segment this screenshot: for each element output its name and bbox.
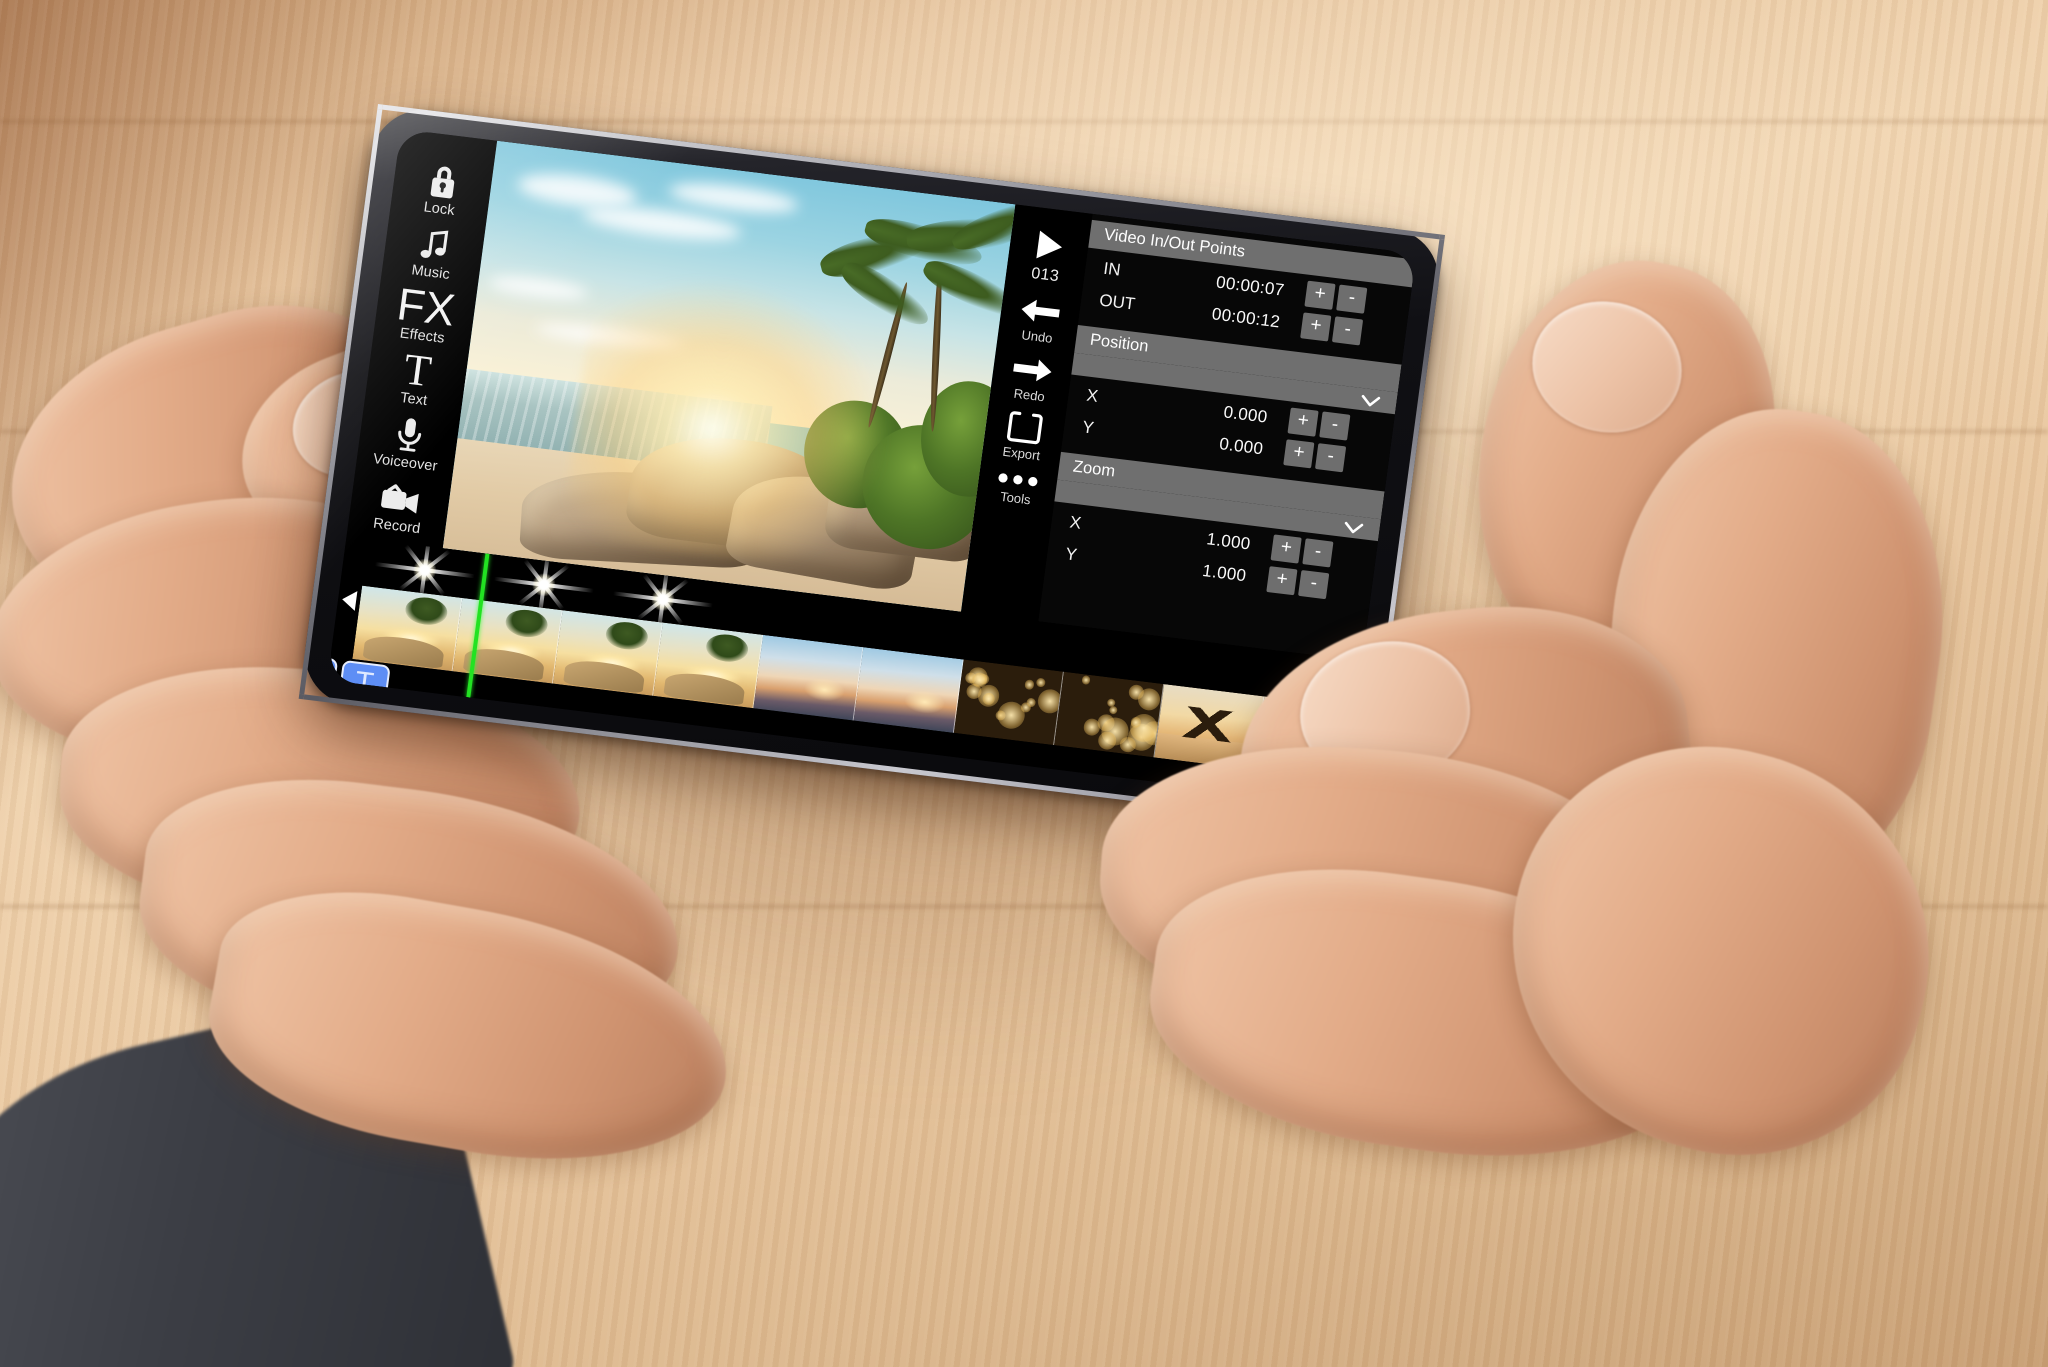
row-label: OUT bbox=[1098, 290, 1170, 318]
tool-lock[interactable]: Lock bbox=[391, 153, 492, 225]
right-hand bbox=[1180, 190, 2048, 1310]
music-note-icon bbox=[415, 223, 454, 266]
row-label: X bbox=[1068, 512, 1140, 540]
video-clip-thumbnail[interactable] bbox=[753, 635, 863, 721]
tool-effects[interactable]: FX Effects bbox=[374, 280, 475, 352]
video-preview[interactable] bbox=[443, 141, 1015, 612]
video-clip-thumbnail[interactable] bbox=[1054, 672, 1164, 758]
video-camera-icon bbox=[377, 476, 424, 520]
microphone-icon bbox=[390, 413, 429, 456]
row-label: X bbox=[1085, 386, 1157, 414]
arrow-right-icon bbox=[1009, 349, 1055, 390]
undo-button[interactable]: Undo bbox=[1015, 288, 1064, 350]
redo-button[interactable]: Redo bbox=[1007, 346, 1056, 408]
video-clip-thumbnail[interactable] bbox=[854, 647, 964, 733]
tool-record[interactable]: Record bbox=[349, 470, 450, 542]
video-clip-thumbnail[interactable] bbox=[352, 586, 462, 672]
row-label: IN bbox=[1102, 259, 1174, 287]
video-clip-thumbnail[interactable] bbox=[653, 623, 763, 709]
nav-label: Tools bbox=[999, 489, 1031, 508]
export-bracket-icon bbox=[1005, 408, 1045, 448]
tool-label: Voiceover bbox=[372, 451, 438, 475]
sun-glow bbox=[560, 253, 919, 578]
row-label: Y bbox=[1081, 417, 1153, 445]
play-icon bbox=[1029, 226, 1069, 266]
frame-counter: 013 bbox=[1030, 265, 1060, 286]
timeline-scroll-left-icon[interactable] bbox=[338, 588, 359, 617]
export-button[interactable]: Export bbox=[1001, 405, 1046, 466]
row-label: Y bbox=[1064, 544, 1136, 572]
tool-label: Lock bbox=[423, 199, 456, 219]
nav-label: Undo bbox=[1021, 327, 1054, 346]
play-button[interactable] bbox=[1028, 223, 1069, 269]
tool-voiceover[interactable]: Voiceover bbox=[357, 407, 458, 479]
video-clip-thumbnail[interactable] bbox=[954, 659, 1064, 745]
tool-text[interactable]: T Text bbox=[366, 343, 467, 415]
tools-button[interactable]: Tools bbox=[993, 463, 1040, 511]
nav-label: Export bbox=[1002, 444, 1041, 463]
tool-music[interactable]: Music bbox=[383, 216, 484, 288]
fx-icon: FX bbox=[395, 285, 457, 331]
text-icon: T bbox=[402, 350, 434, 392]
video-clip-thumbnail[interactable] bbox=[553, 610, 663, 696]
arrow-left-icon bbox=[1017, 291, 1063, 332]
lock-icon bbox=[423, 160, 462, 203]
nav-label: Redo bbox=[1013, 386, 1046, 405]
tool-label: Text bbox=[399, 390, 428, 409]
